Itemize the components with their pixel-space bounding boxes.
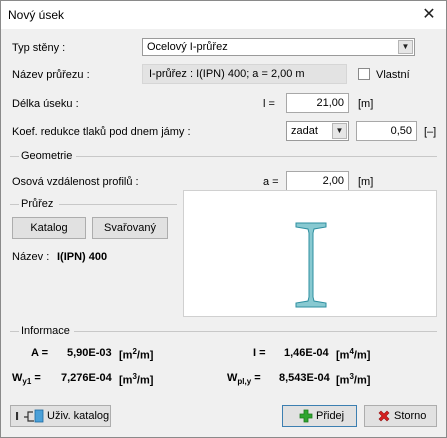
inertia-unit: [m4/m]: [336, 347, 371, 362]
vlastni-checkbox[interactable]: [358, 68, 370, 80]
typ-steny-label: Typ stěny :: [12, 42, 66, 54]
koef-redukce-label: Koef. redukce tlaků pod dnem jámy :: [12, 126, 191, 138]
svg-text:Ι: Ι: [15, 410, 19, 423]
wply-symbol: Wpl,y =: [227, 372, 261, 387]
informace-divider-right: [74, 331, 437, 332]
nazev-value: I(IPN) 400: [57, 251, 108, 263]
cancel-x-icon: [377, 409, 391, 430]
geometrie-divider-left: [10, 156, 19, 157]
osova-unit: [m]: [358, 176, 374, 188]
geometrie-divider-right: [76, 156, 437, 157]
osova-input[interactable]: 2,00: [286, 171, 349, 191]
koef-mode-select[interactable]: zadat ▼: [286, 121, 349, 141]
prurez-divider-left: [10, 204, 19, 205]
koef-redukce-unit: [–]: [424, 126, 437, 138]
inertia-value: 1,46E-04: [284, 347, 329, 359]
chevron-down-icon[interactable]: ▼: [398, 40, 413, 54]
prurez-title: Průřez: [21, 198, 54, 210]
osova-value: 2,00: [322, 175, 344, 187]
katalog-button[interactable]: Katalog: [12, 217, 86, 239]
nazev-label: Název :: [12, 251, 50, 263]
area-value: 5,90E-03: [67, 347, 112, 359]
area-unit: [m2/m]: [119, 347, 154, 362]
nazev-prurezu-field: I-průřez : I(IPN) 400; a = 2,00 m: [142, 64, 347, 84]
wy1-symbol: Wy1 =: [12, 372, 41, 387]
typ-steny-value: Ocelový I-průřez: [147, 41, 228, 53]
koef-redukce-value: 0,50: [390, 125, 412, 137]
section-preview: [183, 190, 437, 317]
koef-redukce-input[interactable]: 0,50: [356, 121, 417, 141]
koef-mode-value: zadat: [291, 125, 318, 137]
i-section-drawing: [295, 222, 327, 308]
nazev-prurezu-value: I-průřez : I(IPN) 400; a = 2,00 m: [149, 68, 305, 80]
chevron-down-icon[interactable]: ▼: [332, 123, 347, 139]
inertia-symbol: I =: [253, 347, 266, 359]
wply-value: 8,543E-04: [279, 372, 330, 384]
storno-button[interactable]: Storno: [364, 405, 437, 427]
informace-title: Informace: [21, 325, 70, 337]
title-bar: Nový úsek ✕: [1, 1, 446, 29]
window-title: Nový úsek: [8, 8, 65, 22]
dialog-window: Nový úsek ✕ Typ stěny : Ocelový I-průřez…: [0, 0, 447, 438]
delka-useku-symbol: l =: [263, 98, 275, 110]
uziv-katalog-label: Uživ. katalog: [47, 410, 110, 422]
wy1-unit: [m3/m]: [119, 372, 154, 387]
delka-useku-input[interactable]: 21,00: [286, 93, 349, 113]
pridej-label: Přidej: [316, 410, 345, 422]
nazev-prurezu-label: Název průřezu :: [12, 69, 90, 81]
informace-divider-left: [10, 331, 19, 332]
osova-symbol: a =: [263, 176, 279, 188]
user-catalog-icon: Ι: [15, 408, 45, 431]
delka-useku-value: 21,00: [316, 97, 344, 109]
area-symbol: A =: [31, 347, 49, 359]
pridej-button[interactable]: Přidej: [282, 405, 357, 427]
wply-unit: [m3/m]: [336, 372, 371, 387]
geometrie-title: Geometrie: [21, 150, 73, 162]
prurez-divider-right: [59, 204, 177, 205]
svarovany-button[interactable]: Svařovaný: [92, 217, 168, 239]
uziv-katalog-button[interactable]: Ι Uživ. katalog: [10, 405, 111, 427]
typ-steny-select[interactable]: Ocelový I-průřez ▼: [142, 38, 415, 56]
plus-icon: [299, 409, 313, 430]
storno-label: Storno: [394, 410, 427, 422]
vlastni-label: Vlastní: [376, 69, 410, 81]
i-beam-shape: [295, 222, 327, 308]
delka-useku-unit: [m]: [358, 98, 374, 110]
delka-useku-label: Délka úseku :: [12, 98, 79, 110]
osova-label: Osová vzdálenost profilů :: [12, 176, 139, 188]
close-icon[interactable]: ✕: [412, 1, 446, 29]
wy1-value: 7,276E-04: [61, 372, 112, 384]
